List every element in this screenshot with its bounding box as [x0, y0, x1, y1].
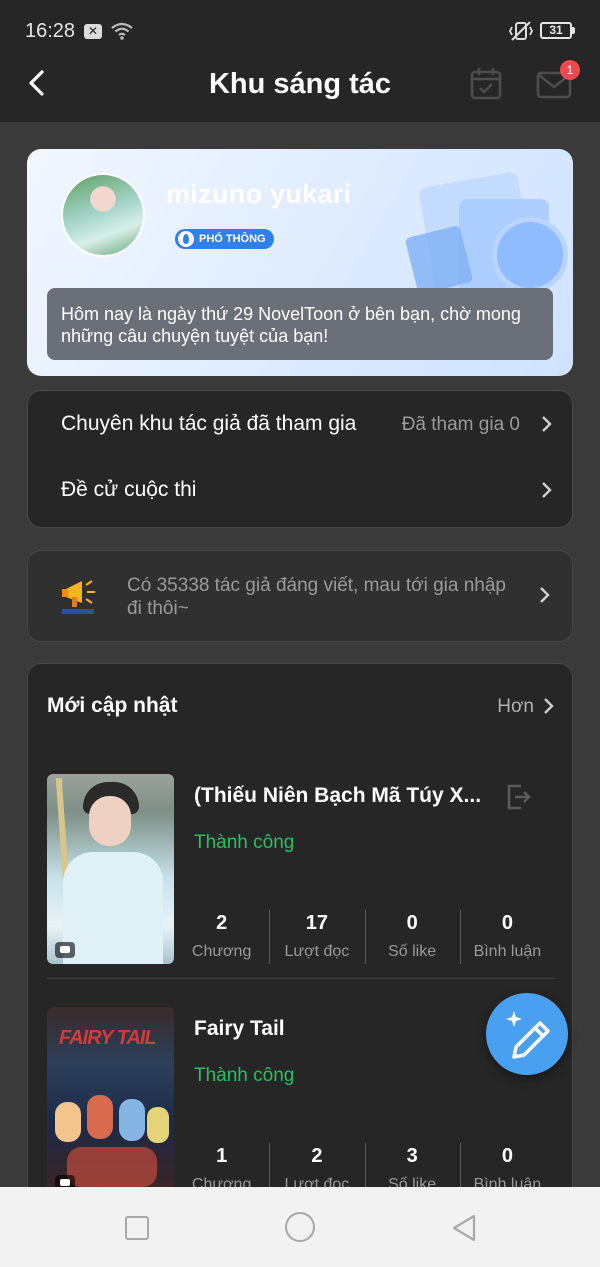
book-status: Thành công [194, 832, 295, 853]
book-status: Thành công [194, 1065, 295, 1086]
avatar[interactable] [61, 173, 145, 257]
vibrate-mute-icon [508, 21, 534, 41]
profile-card[interactable]: mizuno yukari PHỔ THÔNG Hôm nay là ngày … [27, 149, 573, 376]
comment-icon [55, 942, 75, 958]
pencil-sparkle-icon [506, 1011, 550, 1059]
exit-icon[interactable] [503, 782, 533, 812]
stat-label: Bình luận [473, 943, 542, 960]
author-menu: Chuyên khu tác giả đã tham gia Đã tham g… [27, 390, 573, 528]
book-cover[interactable]: FAIRY TAIL [47, 1007, 174, 1197]
divider [47, 978, 555, 979]
home-button[interactable] [285, 1212, 315, 1242]
book-item[interactable]: (Thiếu Niên Bạch Mã Túy X... Thành công … [47, 774, 555, 974]
system-nav-bar [0, 1187, 600, 1267]
book-title: Fairy Tail [194, 1017, 285, 1040]
drop-icon [178, 231, 194, 247]
stat-value: 0 [501, 912, 513, 934]
chevron-right-icon [542, 416, 552, 432]
invite-text: Có 35338 tác giả đáng viết, mau tới gia … [127, 575, 506, 619]
book-item[interactable]: FAIRY TAIL Fairy Tail Thành công 1 Chươn… [47, 1007, 555, 1207]
cover-art [87, 1095, 113, 1139]
megaphone-icon [62, 580, 95, 614]
book-cover[interactable] [47, 774, 174, 964]
cover-art [67, 1147, 157, 1187]
app-header: Khu sáng tác 1 [0, 60, 600, 122]
tier-badge: PHỔ THÔNG [175, 229, 274, 249]
chevron-right-icon [540, 587, 550, 603]
recent-updates-section: Mới cập nhật Hơn (Thiếu Niên Bạch Mã Túy… [27, 663, 573, 1267]
menu-item-label: Đề cử cuộc thi [61, 478, 197, 501]
book-title: (Thiếu Niên Bạch Mã Túy X... [194, 784, 482, 807]
book-stats: 2 Chương 17 Lượt đọc 0 Số like 0 Bình lu… [174, 910, 555, 964]
stat-value: 17 [305, 912, 328, 934]
stat-value: 2 [311, 1145, 323, 1167]
author-invite-banner[interactable]: Có 35338 tác giả đáng viết, mau tới gia … [27, 550, 573, 642]
stat-value: 0 [501, 1145, 513, 1167]
user-name: mizuno yukari [166, 179, 352, 209]
menu-item-label: Chuyên khu tác giả đã tham gia [61, 412, 357, 435]
notification-x-icon: ✕ [84, 24, 102, 39]
joined-author-zones-item[interactable]: Chuyên khu tác giả đã tham gia Đã tham g… [28, 391, 572, 457]
stat-label: Số like [388, 943, 437, 960]
clock-decoration-icon [492, 217, 568, 293]
status-time: 16:28 [25, 20, 76, 42]
battery-tip [572, 27, 575, 34]
page-title: Khu sáng tác [208, 68, 392, 100]
battery-indicator: 31 [540, 22, 572, 39]
stat-comments: 0 Bình luận [459, 910, 555, 964]
recent-apps-button[interactable] [125, 1216, 149, 1240]
menu-item-value: Đã tham gia 0 [401, 414, 520, 435]
mail-badge: 1 [560, 60, 580, 80]
stat-value: 1 [216, 1145, 228, 1167]
welcome-message: Hôm nay là ngày thứ 29 NovelToon ở bên b… [47, 288, 553, 360]
back-nav-button[interactable] [450, 1213, 478, 1243]
stat-label: Chương [191, 943, 252, 960]
cover-art [89, 796, 131, 846]
cover-logo-text: FAIRY TAIL [59, 1027, 157, 1049]
more-link[interactable]: Hơn [497, 696, 534, 718]
write-fab-button[interactable] [486, 993, 568, 1075]
chevron-right-icon[interactable] [542, 697, 554, 715]
stat-value: 2 [216, 912, 228, 934]
stat-value: 3 [406, 1145, 418, 1167]
cover-art [147, 1107, 169, 1143]
cover-art [119, 1099, 145, 1141]
calendar-check-icon[interactable] [469, 66, 503, 102]
stat-chapters: 2 Chương [174, 910, 269, 964]
stat-value: 0 [406, 912, 418, 934]
stat-reads: 17 Lượt đọc [269, 910, 364, 964]
stat-likes: 0 Số like [364, 910, 460, 964]
cover-art [63, 852, 163, 964]
cover-art [55, 1102, 81, 1142]
status-bar: 16:28 ✕ 31 [0, 0, 600, 60]
wifi-icon [111, 22, 133, 40]
chevron-right-icon [542, 482, 552, 498]
stat-label: Lượt đọc [284, 943, 350, 960]
tier-label: PHỔ THÔNG [199, 233, 266, 245]
contest-recommend-item[interactable]: Đề cử cuộc thi [28, 457, 572, 523]
section-title: Mới cập nhật [47, 694, 178, 717]
